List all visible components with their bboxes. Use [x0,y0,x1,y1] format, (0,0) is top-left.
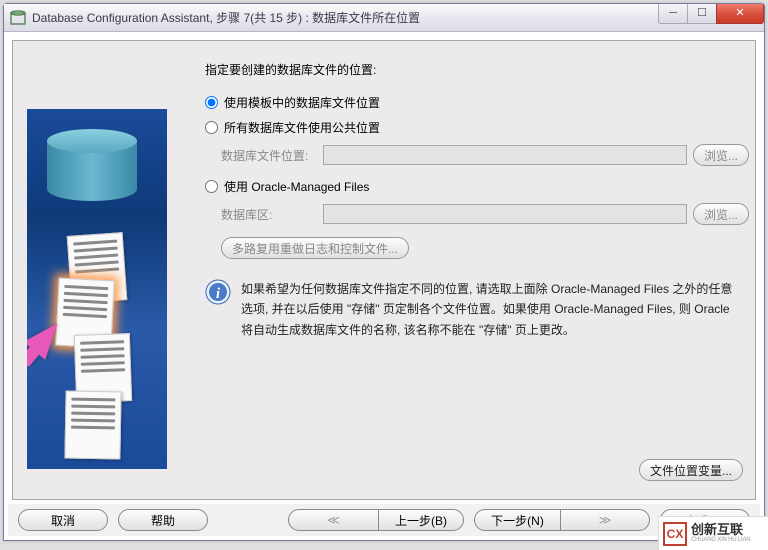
radio-common-location[interactable] [205,121,218,134]
app-icon [10,10,26,26]
maximize-button[interactable]: ☐ [687,4,717,24]
window-controls: ─ ☐ ✕ [659,4,764,24]
first-step-button[interactable]: ≪ [288,509,378,531]
client-area: 指定要创建的数据库文件的位置: 使用模板中的数据库文件位置 所有数据库文件使用公… [8,36,760,536]
option-label: 使用 Oracle-Managed Files [224,178,369,195]
watermark: CX 创新互联 CHUANG XIN HU LIAN [658,516,768,550]
watermark-logo-icon: CX [663,522,687,546]
form-area: 指定要创建的数据库文件的位置: 使用模板中的数据库文件位置 所有数据库文件使用公… [199,61,749,489]
step-button-group: 下一步(N) ≫ [474,509,650,531]
window-title: Database Configuration Assistant, 步骤 7(共… [32,9,420,26]
info-text: 如果希望为任何数据库文件指定不同的位置, 请选取上面除 Oracle-Manag… [241,279,743,340]
button-bar: 取消 帮助 ≪ 上一步(B) 下一步(N) ≫ 完成(E) [8,504,760,536]
file-location-variables-button[interactable]: 文件位置变量... [639,459,743,481]
wizard-illustration [27,109,167,469]
last-step-button[interactable]: ≫ [560,509,650,531]
option-use-template-location[interactable]: 使用模板中的数据库文件位置 [205,94,749,111]
help-button[interactable]: 帮助 [118,509,208,531]
watermark-text: 创新互联 [691,523,750,537]
option-omf[interactable]: 使用 Oracle-Managed Files [205,178,749,195]
radio-use-template[interactable] [205,96,218,109]
titlebar: Database Configuration Assistant, 步骤 7(共… [4,4,764,32]
browse-button: 浏览... [693,203,749,225]
omf-row: 数据库区: 浏览... [221,203,749,225]
multiplex-button: 多路复用重做日志和控制文件... [221,237,409,259]
close-button[interactable]: ✕ [716,4,764,24]
dialog-window: Database Configuration Assistant, 步骤 7(共… [3,3,765,541]
instruction-label: 指定要创建的数据库文件的位置: [205,61,749,78]
option-common-location[interactable]: 所有数据库文件使用公共位置 [205,119,749,136]
content-panel: 指定要创建的数据库文件的位置: 使用模板中的数据库文件位置 所有数据库文件使用公… [12,40,756,500]
cancel-button[interactable]: 取消 [18,509,108,531]
db-file-location-label: 数据库文件位置: [221,147,317,164]
db-area-label: 数据库区: [221,206,317,223]
database-icon [47,129,137,209]
info-icon: i [205,279,231,305]
info-row: i 如果希望为任何数据库文件指定不同的位置, 请选取上面除 Oracle-Man… [205,279,743,340]
step-button-group: ≪ 上一步(B) [288,509,464,531]
minimize-button[interactable]: ─ [658,4,688,24]
option-label: 所有数据库文件使用公共位置 [224,119,380,136]
next-button[interactable]: 下一步(N) [474,509,560,531]
common-location-row: 数据库文件位置: 浏览... [221,144,749,166]
back-button[interactable]: 上一步(B) [378,509,464,531]
radio-omf[interactable] [205,180,218,193]
db-area-input [323,204,687,224]
page-icon [64,391,121,460]
browse-button: 浏览... [693,144,749,166]
watermark-subtext: CHUANG XIN HU LIAN [691,537,750,544]
option-label: 使用模板中的数据库文件位置 [224,94,380,111]
db-file-location-input [323,145,687,165]
